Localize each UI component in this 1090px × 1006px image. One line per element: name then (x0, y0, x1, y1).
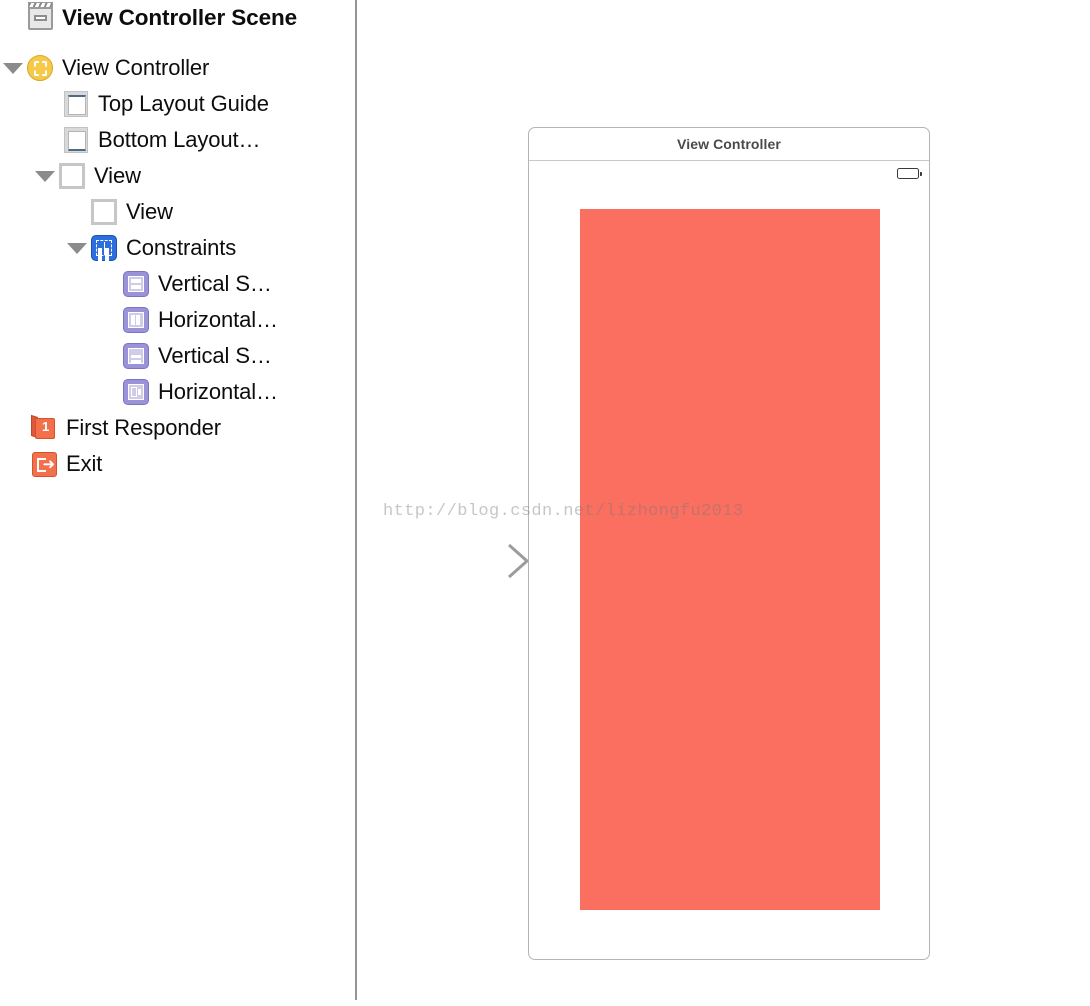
outline-item-top-layout-guide[interactable]: Top Layout Guide (36, 86, 269, 122)
outline-item-label: Horizontal… (158, 307, 278, 332)
outline-item-constraints[interactable]: Constraints (64, 230, 236, 266)
bottom-layout-guide-icon (62, 126, 90, 154)
outline-item-constraint-vertical-2[interactable]: Vertical S… (96, 338, 272, 374)
entry-point-arrow-icon (385, 543, 530, 579)
document-outline-pane: View Controller Scene View Controller To… (0, 0, 355, 1006)
horizontal-space-constraint-icon (122, 306, 150, 334)
canvas-titlebar: View Controller (529, 128, 929, 161)
outline-item-label: First Responder (66, 415, 222, 440)
outline-item-first-responder[interactable]: 1 First Responder (4, 410, 221, 446)
outline-item-label: Horizontal… (158, 379, 278, 404)
disclosure-triangle-constraints[interactable] (64, 230, 90, 266)
outline-item-label: View (94, 163, 141, 188)
battery-icon (897, 167, 922, 179)
simulated-status-bar (529, 162, 929, 184)
constraints-folder-icon (90, 234, 118, 262)
view-controller-icon (26, 54, 54, 82)
vertical-space-constraint-icon (122, 270, 150, 298)
outline-item-label: Constraints (126, 235, 237, 260)
top-layout-guide-icon (62, 90, 90, 118)
vertical-space-constraint-icon-2 (122, 342, 150, 370)
scene-title: View Controller Scene (62, 4, 298, 30)
storyboard-canvas[interactable]: View Controller (357, 0, 1090, 1006)
outline-item-exit[interactable]: Exit (4, 446, 102, 482)
outline-item-constraint-horizontal-2[interactable]: Horizontal… (96, 374, 278, 410)
exit-icon (30, 450, 58, 478)
view-icon (90, 198, 118, 226)
outline-item-label: Vertical S… (158, 271, 272, 296)
canvas-title: View Controller (677, 136, 781, 152)
outline-scene-header[interactable]: View Controller Scene (0, 0, 297, 36)
outline-item-label: Exit (66, 451, 103, 476)
view-icon (58, 162, 86, 190)
outline-item-view-controller[interactable]: View Controller (0, 50, 209, 86)
outline-item-bottom-layout-guide[interactable]: Bottom Layout… (36, 122, 261, 158)
outline-item-constraint-horizontal-1[interactable]: Horizontal… (96, 302, 278, 338)
red-subview[interactable] (580, 209, 880, 910)
scene-clapperboard-icon (26, 1, 54, 32)
disclosure-triangle-view-controller[interactable] (0, 50, 26, 86)
outline-item-view-root[interactable]: View (32, 158, 141, 194)
outline-item-label: Bottom Layout… (98, 127, 261, 152)
outline-item-label: Top Layout Guide (98, 91, 269, 116)
outline-item-label: View Controller (62, 55, 210, 80)
disclosure-triangle-view[interactable] (32, 158, 58, 194)
outline-item-view-child[interactable]: View (64, 194, 173, 230)
horizontal-space-constraint-icon-2 (122, 378, 150, 406)
view-controller-canvas-frame[interactable]: View Controller (528, 127, 930, 960)
first-responder-icon: 1 (30, 414, 58, 442)
outline-item-label: View (126, 199, 173, 224)
outline-item-label: Vertical S… (158, 343, 272, 368)
outline-item-constraint-vertical-1[interactable]: Vertical S… (96, 266, 272, 302)
